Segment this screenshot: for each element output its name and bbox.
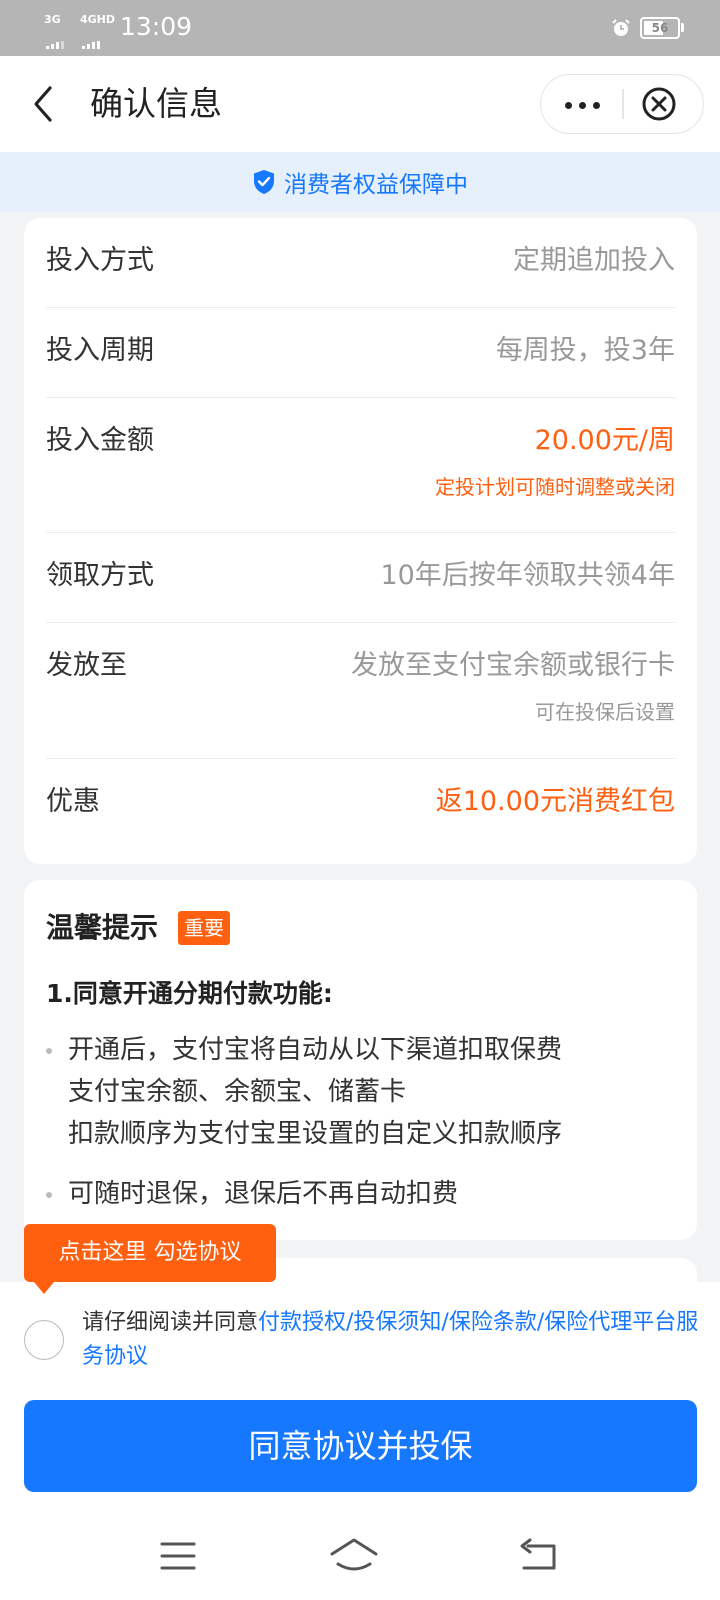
signal-icon-2	[82, 30, 102, 49]
payout-hint: 可在投保后设置	[535, 700, 675, 724]
bullet-line: 可随时退保，退保后不再自动扣费	[68, 1179, 459, 1209]
status-bar: 3G 4GHD 13:09 56	[0, 0, 720, 56]
row-label: 领取方式	[46, 560, 154, 591]
agree-and-insure-button[interactable]: 同意协议并投保	[24, 1400, 697, 1492]
network-type-4ghd: 4GHD	[80, 13, 116, 26]
agreement-prefix: 请仔细阅读并同意	[82, 1310, 259, 1335]
mini-program-capsule	[540, 74, 704, 134]
more-dot	[593, 102, 600, 109]
bullet-line: 扣款顺序为支付宝里设置的自定义扣款顺序	[68, 1119, 563, 1149]
more-button[interactable]	[541, 75, 623, 133]
home-icon[interactable]	[324, 1534, 384, 1578]
network-type-3g: 3G	[44, 13, 61, 26]
protection-text: 消费者权益保障中	[284, 172, 468, 198]
investment-info-card: 投入方式 定期追加投入 投入周期 每周投，投3年 投入金额 20.00元/周 定…	[24, 218, 697, 864]
tips-title: 温馨提示	[46, 911, 159, 944]
tips-bullet-1: 开通后，支付宝将自动从以下渠道扣取保费 支付宝余额、余额宝、储蓄卡 扣款顺序为支…	[46, 1032, 666, 1162]
tips-bullet-2: 可随时退保，退保后不再自动扣费	[46, 1176, 666, 1216]
close-button[interactable]	[623, 75, 705, 133]
row-label: 投入金额	[46, 425, 154, 456]
info-row-collection: 领取方式 10年后按年领取共领4年	[46, 533, 675, 623]
more-dots-icon	[565, 102, 572, 109]
clock: 13:09	[120, 12, 193, 41]
row-label: 投入周期	[46, 335, 154, 366]
tips-card: 温馨提示 重要 1.同意开通分期付款功能: 开通后，支付宝将自动从以下渠道扣取保…	[24, 880, 697, 1240]
bullet-dot	[46, 1192, 52, 1198]
system-nav-bar	[0, 1512, 720, 1600]
consumer-protection-banner: 消费者权益保障中	[0, 152, 720, 212]
bullet-line: 支付宝余额、余额宝、储蓄卡	[68, 1077, 407, 1107]
amount-value: 20.00元/周	[534, 425, 675, 456]
chevron-left-icon	[34, 86, 52, 122]
important-badge: 重要	[178, 911, 230, 945]
row-value: 定期追加投入	[513, 245, 675, 276]
nav-bar: 确认信息	[0, 56, 720, 152]
battery-icon: 56	[640, 17, 680, 39]
check-agreement-tooltip: 点击这里 勾选协议	[24, 1224, 276, 1282]
info-row-discount: 优惠 返10.00元消费红包	[46, 759, 675, 849]
row-label: 发放至	[46, 650, 127, 681]
row-value: 发放至支付宝余额或银行卡	[351, 650, 675, 681]
info-row-method: 投入方式 定期追加投入	[46, 218, 675, 308]
back-nav-icon[interactable]	[508, 1534, 568, 1578]
page-title: 确认信息	[90, 84, 222, 123]
row-value: 每周投，投3年	[495, 335, 675, 366]
back-button[interactable]	[26, 80, 66, 128]
row-value: 10年后按年领取共领4年	[380, 560, 675, 591]
agreement-text: 请仔细阅读并同意付款授权/投保须知/保险条款/保险代理平台服务协议	[82, 1306, 702, 1374]
bullet-line: 开通后，支付宝将自动从以下渠道扣取保费	[68, 1035, 563, 1065]
alarm-icon	[612, 19, 630, 36]
row-label: 优惠	[46, 786, 100, 817]
menu-icon[interactable]	[148, 1534, 208, 1578]
battery-tip	[681, 23, 684, 32]
battery-level: 56	[651, 21, 669, 35]
more-dot	[579, 102, 586, 109]
info-row-payout: 发放至 发放至支付宝余额或银行卡 可在投保后设置	[46, 623, 675, 759]
signal-icon	[46, 30, 66, 49]
tips-subtitle: 1.同意开通分期付款功能:	[46, 979, 333, 1008]
bullet-dot	[46, 1048, 52, 1054]
agree-checkbox[interactable]	[24, 1320, 64, 1360]
discount-value: 返10.00元消费红包	[435, 786, 675, 817]
amount-hint: 定投计划可随时调整或关闭	[435, 475, 675, 499]
info-row-cycle: 投入周期 每周投，投3年	[46, 308, 675, 398]
info-row-amount: 投入金额 20.00元/周 定投计划可随时调整或关闭	[46, 398, 675, 533]
tooltip-arrow	[34, 1282, 54, 1294]
shield-check-icon	[254, 170, 274, 194]
close-circle-icon	[642, 87, 676, 121]
row-label: 投入方式	[46, 245, 154, 276]
